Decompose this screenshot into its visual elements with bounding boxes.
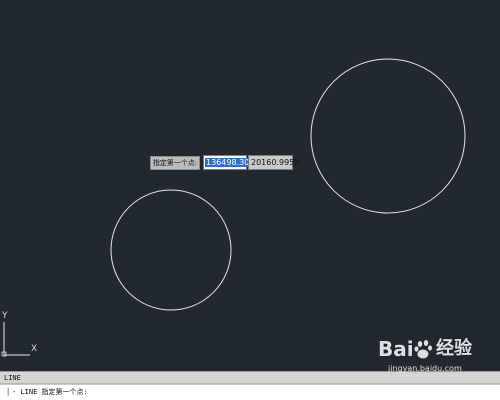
watermark-logo-cn: 经验 xyxy=(436,338,472,359)
paw-icon xyxy=(414,340,432,359)
ucs-y-label: Y xyxy=(2,311,8,321)
drawing-svg xyxy=(1,58,466,357)
watermark-logo-text: Bai xyxy=(378,337,414,361)
large-circle[interactable] xyxy=(310,58,466,214)
small-circle[interactable] xyxy=(110,189,232,311)
baidu-jingyan-watermark: Bai 经验 jingyan.baidu.com xyxy=(378,336,498,386)
command-line-text: - LINE 指定第一个点: xyxy=(12,388,88,396)
watermark-url: jingyan.baidu.com xyxy=(388,364,462,373)
close-icon[interactable]: ▕ xyxy=(3,387,9,397)
ucs-x-label: X xyxy=(31,344,38,354)
y-coordinate-input[interactable]: 20160.9953 xyxy=(248,155,299,170)
x-coordinate-input[interactable]: 136498.302 xyxy=(203,155,256,170)
command-line-input[interactable]: ▕ - LINE 指定第一个点: xyxy=(0,384,500,400)
dynamic-input-prompt: 指定第一个点: xyxy=(150,156,200,170)
ucs-icon xyxy=(1,322,30,357)
drawing-canvas[interactable]: Y X 指定第一个点: 136498.302 20160.9953 xyxy=(0,0,500,371)
